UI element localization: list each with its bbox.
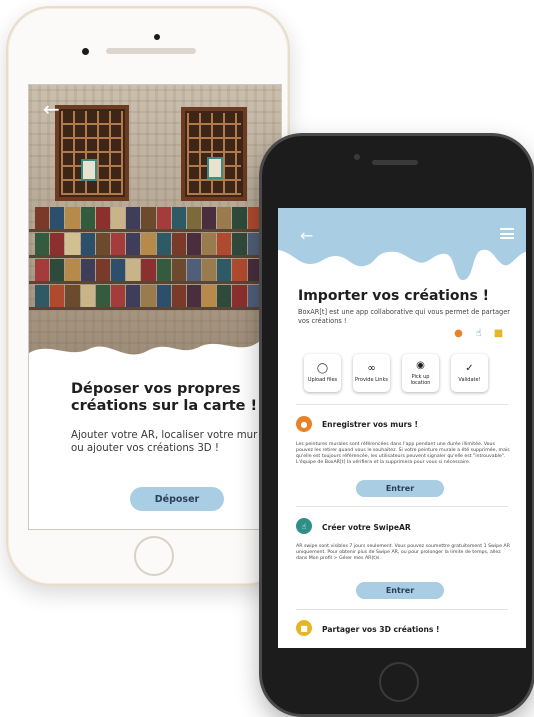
- shelf-books-1: [29, 207, 281, 229]
- section-title-walls: Enregistrer vos murs !: [322, 420, 418, 429]
- deposit-title: Déposer vos propres créations sur la car…: [71, 381, 258, 414]
- paint-drip-divider: [29, 339, 281, 383]
- front-camera-icon: [354, 154, 360, 160]
- front-camera-icon: [154, 34, 160, 40]
- phone-speaker: [372, 160, 418, 165]
- provide-links-button[interactable]: ∞ Provide Links: [353, 354, 390, 392]
- shelf-books-3: [29, 259, 281, 281]
- section-text-swipe: AR swipe sont visibles 7 jours seulement…: [296, 544, 510, 561]
- shelf-books-4: [29, 285, 281, 307]
- check-icon: ✓: [465, 363, 474, 374]
- window-right: [181, 107, 247, 201]
- deposit-description: Ajouter votre AR, localiser votre mur ou…: [71, 430, 258, 454]
- section-text-walls: Les peintures murales sont référencées d…: [296, 442, 510, 465]
- divider: [296, 609, 508, 610]
- shelf-books-2: [29, 233, 281, 255]
- divider: [296, 506, 508, 507]
- cube-icon: ■: [296, 620, 312, 636]
- validate-button[interactable]: ✓ Validate!: [451, 354, 488, 392]
- window-left: [55, 105, 129, 201]
- deposit-button[interactable]: Déposer: [130, 487, 224, 511]
- feature-badges: ● ☝ ■: [450, 325, 507, 342]
- swipe-icon: ☝: [296, 518, 312, 534]
- hamburger-menu-icon[interactable]: [500, 228, 514, 239]
- location-pin-icon: ◉: [416, 360, 425, 371]
- section-title-3d: Partager vos 3D créations !: [322, 625, 440, 634]
- back-arrow-icon[interactable]: ←: [43, 99, 60, 119]
- back-arrow-icon[interactable]: ←: [300, 226, 313, 245]
- phone-speaker: [106, 34, 196, 54]
- paperclip-icon: ∞: [367, 363, 376, 374]
- location-pin-icon: ●: [296, 416, 312, 432]
- upload-files-button[interactable]: ◯ Upload files: [304, 354, 341, 392]
- cube-badge-icon: ■: [493, 328, 504, 339]
- phone-right-frame: ← Importer vos créations ! BoxAR[t] est …: [262, 136, 532, 714]
- import-title: Importer vos créations !: [298, 288, 490, 304]
- enter-walls-button[interactable]: Entrer: [356, 480, 444, 497]
- home-button-icon[interactable]: [379, 662, 419, 702]
- pick-location-button[interactable]: ◉ Pick up location: [402, 354, 439, 392]
- sensor-dot-icon: [82, 48, 89, 55]
- phone-left-frame: ← Déposer vos propres créations sur la c…: [6, 6, 290, 586]
- swipe-badge-icon: ☝: [475, 328, 482, 339]
- import-description: BoxAR[t] est une app collaborative qui v…: [298, 308, 510, 325]
- camera-icon: ◯: [316, 363, 329, 374]
- phone-left-screen: ← Déposer vos propres créations sur la c…: [28, 84, 282, 530]
- enter-swipe-button[interactable]: Entrer: [356, 582, 444, 599]
- header-drip-banner: [278, 208, 526, 281]
- section-title-swipe: Créer votre SwipeAR: [322, 523, 411, 532]
- pin-badge-icon: ●: [454, 328, 463, 339]
- phone-right-screen: ← Importer vos créations ! BoxAR[t] est …: [278, 208, 526, 648]
- divider: [296, 404, 508, 405]
- upload-actions: ◯ Upload files ∞ Provide Links ◉ Pick up…: [304, 354, 488, 392]
- home-button-icon[interactable]: [134, 536, 174, 576]
